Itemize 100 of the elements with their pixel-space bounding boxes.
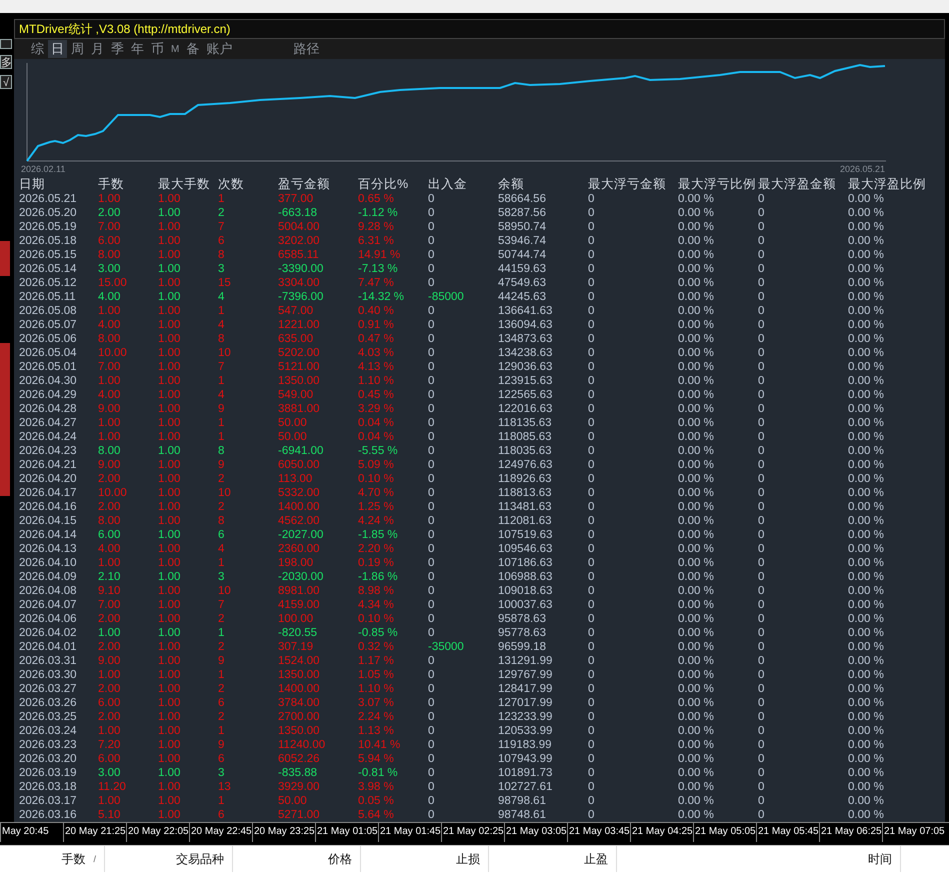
table-cell-text: 58950.74: [498, 220, 547, 234]
table-cell-text: 122565.63: [498, 388, 554, 402]
table-cell-text: 107519.63: [498, 528, 554, 542]
table-cell-text: 0.00 %: [678, 472, 715, 486]
table-cell-text: 0: [758, 374, 766, 388]
side-button[interactable]: 多: [0, 55, 12, 69]
table-cell-text: 0: [758, 612, 766, 626]
table-cell-text: 0: [428, 696, 436, 710]
table-cell-text: 95878.63: [498, 612, 547, 626]
table-cell-text: 1.10 %: [358, 682, 395, 696]
column-header[interactable]: 止盈: [584, 850, 608, 868]
table-cell-text: 2.20 %: [358, 542, 395, 556]
table-cell-text: 0.00 %: [678, 724, 715, 738]
table-cell-text: 3.00: [98, 766, 122, 780]
axis-label: 2026.05.21: [840, 164, 886, 174]
table-cell-text: 118926.63: [498, 472, 553, 486]
table-cell-text: 0: [588, 668, 596, 682]
tab[interactable]: 季: [108, 40, 127, 58]
table-cell-text: 0: [758, 346, 766, 360]
table-cell-text: 58664.56: [498, 192, 547, 206]
table-cell-text: 0: [588, 724, 596, 738]
table-cell-text: 0: [588, 444, 596, 458]
time-label: 21 May 04:25: [630, 823, 693, 842]
table-cell-text: 0: [758, 626, 766, 640]
table-cell-text: 13: [218, 780, 232, 794]
table-cell-text: 0.00 %: [848, 612, 885, 626]
table-cell-text: 2.00: [98, 682, 122, 696]
table-cell-text: 2026.03.26: [19, 696, 78, 710]
table-cell-text: 2026.04.23: [19, 444, 78, 458]
column-header[interactable]: 时间: [868, 850, 892, 868]
table-cell-text: 1350.00: [278, 724, 321, 738]
table-cell-text: 9: [218, 458, 226, 472]
table-cell-text: 0: [588, 612, 596, 626]
tab[interactable]: 月: [88, 40, 107, 58]
table-cell-text: -1.85 %: [358, 528, 399, 542]
tab[interactable]: 日: [48, 40, 67, 58]
tab[interactable]: 账户: [203, 40, 236, 58]
table-cell-text: 2026.04.15: [19, 514, 78, 528]
table-cell-text: 0: [428, 416, 436, 430]
table-cell-text: 0: [428, 598, 436, 612]
table-cell-text: 0: [588, 318, 596, 332]
minimize-icon[interactable]: [0, 39, 12, 49]
table-cell-text: 0.00 %: [678, 500, 715, 514]
table-cell-text: 112081.63: [498, 514, 553, 528]
table-cell-text: 0: [428, 780, 436, 794]
table-cell-text: 8: [218, 332, 226, 346]
table-cell-text: 4.34 %: [358, 598, 395, 612]
table-cell-text: 1.00: [98, 304, 122, 318]
table-cell-text: 0.00 %: [678, 192, 715, 206]
table-cell-text: 1.00: [158, 290, 182, 304]
table-cell-text: 1.00: [158, 654, 182, 668]
table-cell-text: 0.00 %: [848, 304, 885, 318]
table-cell-text: 0: [588, 654, 596, 668]
column-header: 最大浮亏比例: [678, 176, 757, 192]
table-cell-text: 0.00 %: [848, 416, 885, 430]
table-cell-text: 15: [218, 276, 232, 290]
table-cell-text: 1.17 %: [358, 654, 395, 668]
table-cell-text: 1.00: [158, 808, 182, 822]
column-header[interactable]: 止损: [456, 850, 480, 868]
table-cell-text: 0.00 %: [848, 794, 885, 808]
tab[interactable]: 年: [128, 40, 147, 58]
table-cell-text: 101891.73: [498, 766, 554, 780]
table-cell-text: 0: [428, 276, 436, 290]
table-cell-text: 3881.00: [278, 402, 321, 416]
tab[interactable]: 周: [68, 40, 87, 58]
table-cell-text: 2026.04.02: [19, 626, 78, 640]
table-cell-text: 6: [218, 528, 226, 542]
tab[interactable]: 路径: [290, 40, 322, 58]
tab[interactable]: 币: [148, 40, 167, 58]
tab[interactable]: 备: [183, 40, 202, 58]
table-cell-text: 2026.05.18: [19, 234, 78, 248]
table-cell-text: 3.00: [98, 262, 122, 276]
table-cell-text: 0: [758, 584, 766, 598]
table-cell-text: -35000: [428, 640, 465, 654]
table-cell-text: 0: [588, 458, 596, 472]
table-cell-text: 0.00 %: [848, 528, 885, 542]
table-cell-text: 2026.03.25: [19, 710, 78, 724]
table-cell-text: 102727.61: [498, 780, 554, 794]
table-cell-text: 2.00: [98, 612, 122, 626]
table-cell-text: 0.00 %: [848, 318, 885, 332]
tab[interactable]: 综: [28, 40, 47, 58]
table-cell-text: 0: [428, 304, 436, 318]
tab[interactable]: M: [168, 40, 182, 58]
table-cell-text: 2026.04.08: [19, 584, 78, 598]
table-cell-text: 1.00: [158, 234, 182, 248]
side-button[interactable]: √: [0, 75, 12, 89]
table-cell-text: -14.32 %: [358, 290, 406, 304]
table-cell-text: 4: [218, 388, 226, 402]
table-cell-text: 0: [758, 430, 766, 444]
column-header[interactable]: 手数: [61, 850, 86, 868]
column-header: 最大浮亏金额: [588, 176, 667, 192]
table-cell-text: -5.55 %: [358, 444, 399, 458]
column-header[interactable]: 价格: [328, 850, 352, 868]
table-cell-text: 0: [588, 780, 596, 794]
table-cell-text: 1.00: [98, 416, 122, 430]
column-header[interactable]: 交易品种: [176, 850, 224, 868]
table-cell-text: 0: [588, 304, 596, 318]
table-cell-text: 1.00: [98, 626, 122, 640]
table-cell-text: 2.00: [98, 710, 122, 724]
table-cell-text: 0: [758, 738, 766, 752]
